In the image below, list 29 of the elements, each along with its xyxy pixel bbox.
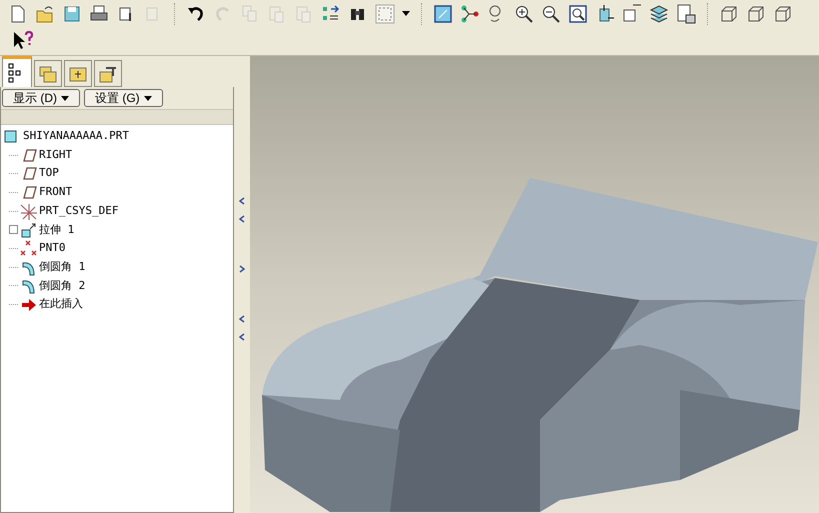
tree-item[interactable]: 倒圆角 1 — [39, 258, 86, 276]
folder-browser-tab[interactable] — [34, 60, 62, 87]
tree-item[interactable]: TOP — [39, 165, 59, 182]
tree-item[interactable]: PRT_CSYS_DEF — [39, 202, 118, 220]
tree-item[interactable]: RIGHT — [39, 146, 72, 164]
caret-icon — [61, 96, 69, 100]
model-tree-tab[interactable] — [2, 56, 32, 87]
insert-arrow-icon — [20, 296, 37, 314]
extrude-icon — [20, 221, 37, 238]
caret-icon — [144, 96, 152, 100]
help-pointer-icon[interactable] — [12, 31, 34, 52]
tools-tab[interactable] — [94, 60, 122, 87]
favorites-tab[interactable] — [64, 60, 92, 87]
tree-item[interactable]: PNT0 — [39, 240, 66, 257]
graphics-viewport[interactable] — [250, 56, 819, 513]
tree-item[interactable]: 在此插入 — [39, 296, 83, 313]
collapse-arrows-icon[interactable] — [239, 196, 245, 224]
folder-browser-icon — [38, 64, 58, 84]
tree-item[interactable]: SHIYANAAAAAA.PRT — [23, 128, 129, 145]
menu-button[interactable]: 设置 (G) — [84, 89, 163, 107]
collapse-arrows-icon[interactable] — [239, 314, 245, 342]
tree-item[interactable]: FRONT — [39, 184, 72, 201]
tree-item[interactable]: 倒圆角 2 — [39, 278, 86, 294]
datum-point-icon — [20, 240, 37, 257]
expand-toggle[interactable] — [9, 225, 18, 234]
coordinate-system-icon — [20, 202, 37, 220]
tree-item[interactable]: 拉伸 1 — [39, 222, 74, 238]
menu-button[interactable]: 显示 (D) — [2, 89, 80, 107]
dropdown-caret-icon[interactable] — [402, 11, 410, 16]
